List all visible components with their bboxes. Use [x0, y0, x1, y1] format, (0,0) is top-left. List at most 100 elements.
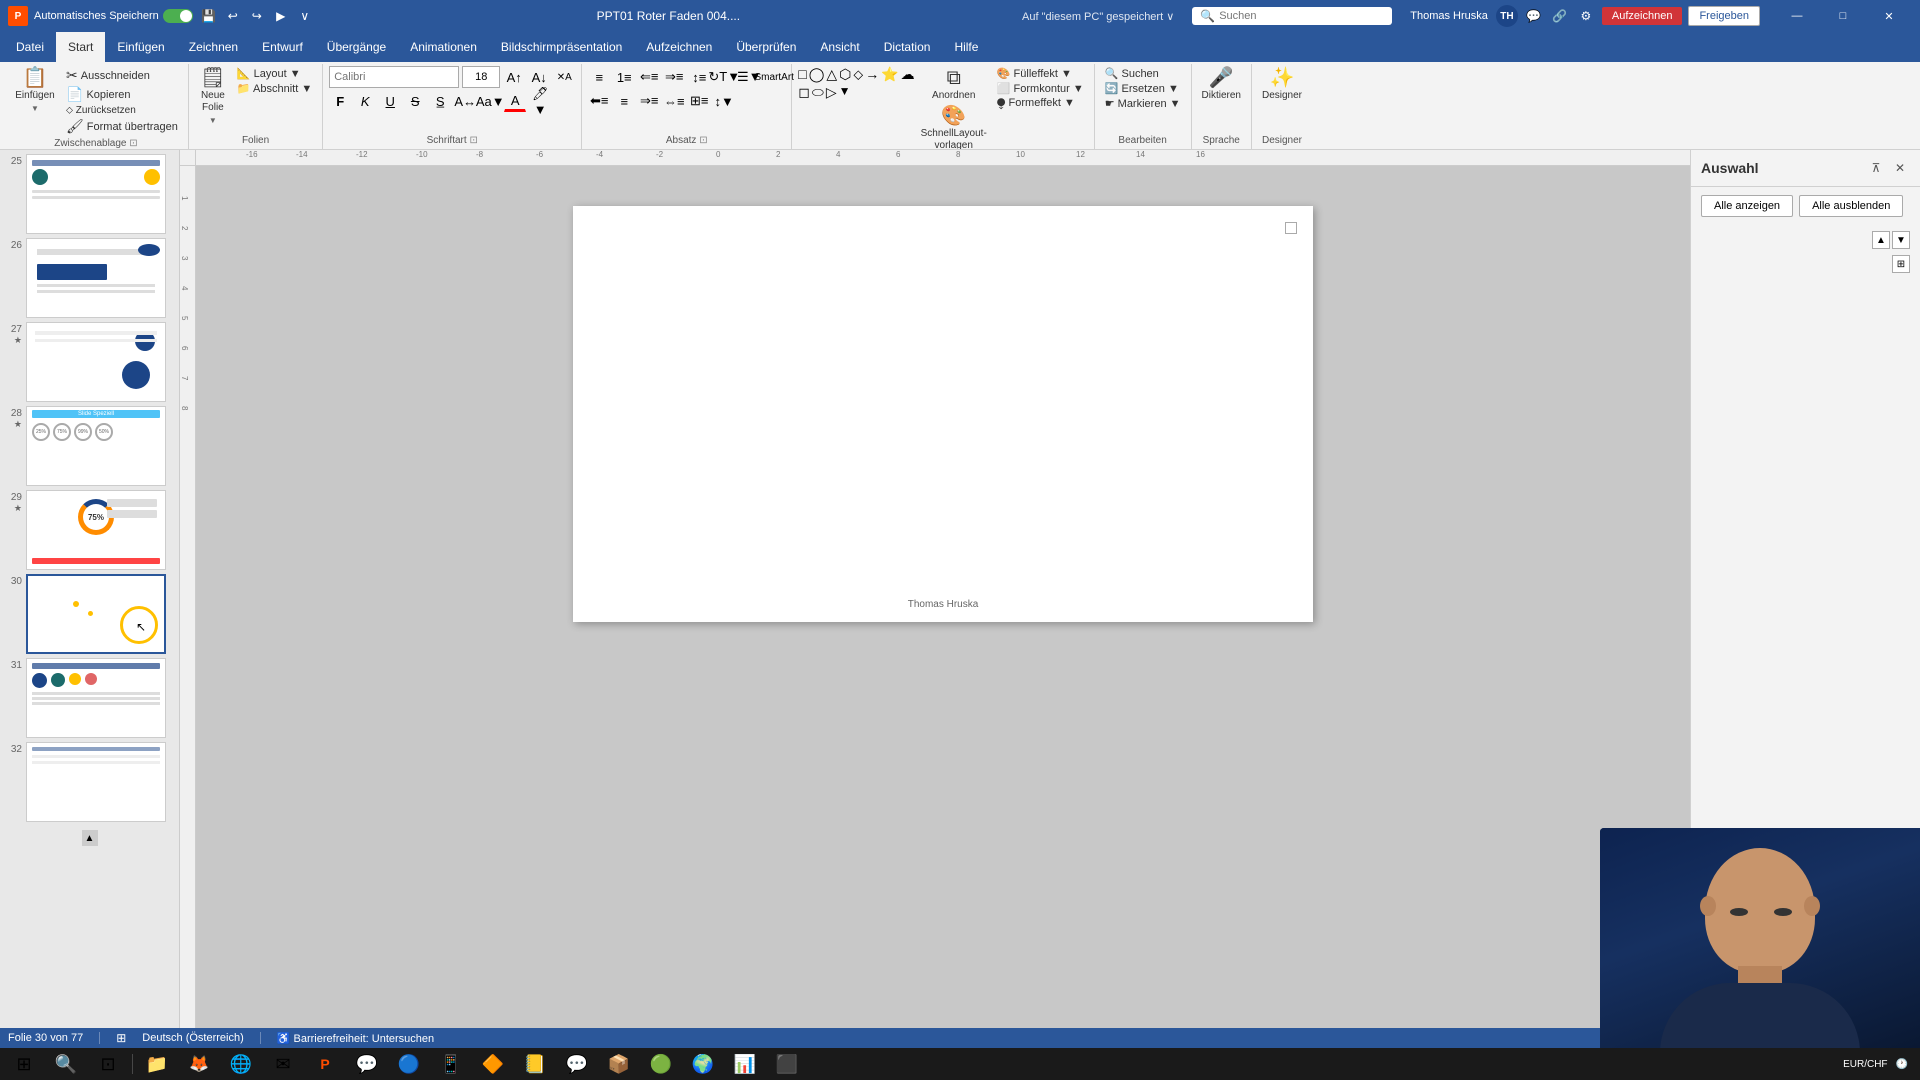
list-ordered-button[interactable]: 1≡ [613, 66, 635, 88]
nav-down-button[interactable]: ▼ [1892, 231, 1910, 249]
slide-preview-29[interactable]: 75% [26, 490, 166, 570]
tab-bildschirmpraesentation[interactable]: Bildschirmpräsentation [489, 32, 634, 62]
redo-icon[interactable]: ↪ [247, 6, 267, 26]
taskbar-app7[interactable]: 🌍 [683, 1048, 723, 1080]
font-color-button[interactable]: A [504, 90, 526, 112]
start-button[interactable]: ⊞ [4, 1048, 44, 1080]
hide-all-button[interactable]: Alle ausblenden [1799, 195, 1903, 217]
highlight-button[interactable]: 🖊▼ [529, 90, 551, 112]
tab-aufzeichnen[interactable]: Aufzeichnen [634, 32, 724, 62]
align-left-button[interactable]: ⬅≡ [588, 90, 610, 112]
taskview-button[interactable]: ⊡ [88, 1048, 128, 1080]
tab-animationen[interactable]: Animationen [398, 32, 489, 62]
font-size-input[interactable] [462, 66, 500, 88]
selection-handle[interactable] [1285, 222, 1297, 234]
panel-controls[interactable]: ⊼ ✕ [1866, 158, 1910, 178]
save-icon[interactable]: 💾 [199, 6, 219, 26]
slide-preview-28[interactable]: Slide Speziell 25% 75% 99% 50% [26, 406, 166, 486]
close-button[interactable]: ✕ [1866, 0, 1912, 32]
strikethrough-button[interactable]: S [404, 90, 426, 112]
designer-button[interactable]: ✨ Designer [1258, 66, 1306, 104]
taskbar-app1[interactable]: 🔵 [389, 1048, 429, 1080]
case-button[interactable]: Aa▼ [479, 90, 501, 112]
taskbar-explorer[interactable]: 📁 [137, 1048, 177, 1080]
settings-icon[interactable]: ⚙ [1576, 6, 1596, 26]
slide-preview-32[interactable] [26, 742, 166, 822]
italic-button[interactable]: K [354, 90, 376, 112]
share-icon[interactable]: 🔗 [1550, 6, 1570, 26]
taskbar-chrome[interactable]: 🌐 [221, 1048, 261, 1080]
shape-5[interactable]: ⬦ [853, 66, 863, 83]
taskbar-firefox[interactable]: 🦊 [179, 1048, 219, 1080]
textrichtung-button[interactable]: ↻T▼ [713, 66, 735, 88]
search-taskbar-button[interactable]: 🔍 [46, 1048, 86, 1080]
shape-8[interactable]: ☁ [901, 66, 915, 83]
show-all-button[interactable]: Alle anzeigen [1701, 195, 1793, 217]
schnelllayout-button[interactable]: 🎨 SchnellLayout-vorlagen [917, 104, 991, 150]
shape-1[interactable]: □ [798, 66, 806, 83]
taskbar-onenote[interactable]: 📒 [515, 1048, 555, 1080]
slide-preview-31[interactable] [26, 658, 166, 738]
formeffekt-button[interactable]: ⧭ Formeffekt ▼ [993, 96, 1088, 111]
anordnen-button[interactable]: ⧉ Anordnen [917, 66, 991, 104]
shape-more[interactable]: ▼ [839, 84, 851, 101]
slide-thumb-25[interactable]: 25 [4, 154, 175, 234]
slide-editing-area[interactable]: Thomas Hruska [196, 166, 1690, 1028]
shape-4[interactable]: ⬡ [839, 66, 851, 83]
align-center-button[interactable]: ≡ [613, 90, 635, 112]
col-button[interactable]: ⊞≡ [688, 90, 710, 112]
tab-hilfe[interactable]: Hilfe [942, 32, 990, 62]
search-input[interactable] [1219, 10, 1379, 22]
taskbar-app3[interactable]: 🔶 [473, 1048, 513, 1080]
autosave-section[interactable]: Automatisches Speichern [34, 9, 193, 23]
maximize-button[interactable]: □ [1820, 0, 1866, 32]
slide-thumb-30[interactable]: 30 ↖ [4, 574, 175, 654]
more-icon[interactable]: ∨ [295, 6, 315, 26]
taskbar-excel[interactable]: 📊 [725, 1048, 765, 1080]
slide-thumb-27[interactable]: 27★ [4, 322, 175, 402]
increase-font-button[interactable]: A↑ [503, 66, 525, 88]
autosave-toggle[interactable] [163, 9, 193, 23]
justify-button[interactable]: ⇔≡ [663, 90, 685, 112]
slide-thumb-31[interactable]: 31 [4, 658, 175, 738]
record-button[interactable]: Aufzeichnen [1602, 7, 1683, 25]
list-unordered-button[interactable]: ≡ [588, 66, 610, 88]
window-controls[interactable]: — □ ✕ [1774, 0, 1912, 32]
abschnitt-button[interactable]: 📁 Abschnitt ▼ [233, 81, 316, 96]
zuruecksetzen-button[interactable]: ⬦ Zurücksetzen [62, 104, 182, 117]
bold-button[interactable]: F [329, 90, 351, 112]
slide-thumb-29[interactable]: 29★ 75% [4, 490, 175, 570]
scroll-up-button[interactable]: ▲ [82, 830, 98, 846]
freigeben-button[interactable]: Freigeben [1688, 6, 1760, 26]
nav-up-button[interactable]: ▲ [1872, 231, 1890, 249]
einfuegen-button[interactable]: 📋 Einfügen ▼ [10, 66, 60, 115]
col-spacing-button[interactable]: ↕≡ [688, 66, 710, 88]
minimize-button[interactable]: — [1774, 0, 1820, 32]
shadow-button[interactable]: S̲ [429, 90, 451, 112]
diktieren-button[interactable]: 🎤 Diktieren [1198, 66, 1245, 104]
taskbar-teams[interactable]: 💬 [347, 1048, 387, 1080]
slide-preview-30[interactable]: ↖ [26, 574, 166, 654]
neue-folie-button[interactable]: 🗒 NeueFolie ▼ [195, 66, 231, 127]
indent-less-button[interactable]: ⇐≡ [638, 66, 660, 88]
tab-ueberpruefen[interactable]: Überprüfen [724, 32, 808, 62]
undo-icon[interactable]: ↩ [223, 6, 243, 26]
tab-zeichnen[interactable]: Zeichnen [177, 32, 250, 62]
slide-layout-icon[interactable]: ⊞ [116, 1031, 126, 1045]
slide-panel[interactable]: 25 26 27★ [0, 150, 180, 1028]
slide-thumb-26[interactable]: 26 [4, 238, 175, 318]
format-uebertragen-button[interactable]: 🖌 Format übertragen [62, 117, 182, 136]
shape-6[interactable]: → [865, 66, 879, 83]
accessibility-indicator[interactable]: ♿ Barrierefreiheit: Untersuchen [277, 1032, 434, 1045]
shape-7[interactable]: ⭐ [881, 66, 898, 83]
taskbar-app4[interactable]: 💬 [557, 1048, 597, 1080]
slide-preview-25[interactable] [26, 154, 166, 234]
tab-uebergaenge[interactable]: Übergänge [315, 32, 398, 62]
slide-panel-scroll[interactable]: ▲ ▼ [4, 830, 175, 1028]
slide-preview-27[interactable] [26, 322, 166, 402]
shape-2[interactable]: ◯ [809, 66, 825, 83]
suchen-button[interactable]: 🔍 Suchen [1101, 66, 1185, 81]
slide-preview-26[interactable] [26, 238, 166, 318]
align-right-button[interactable]: ⇒≡ [638, 90, 660, 112]
tab-datei[interactable]: Datei [4, 32, 56, 62]
